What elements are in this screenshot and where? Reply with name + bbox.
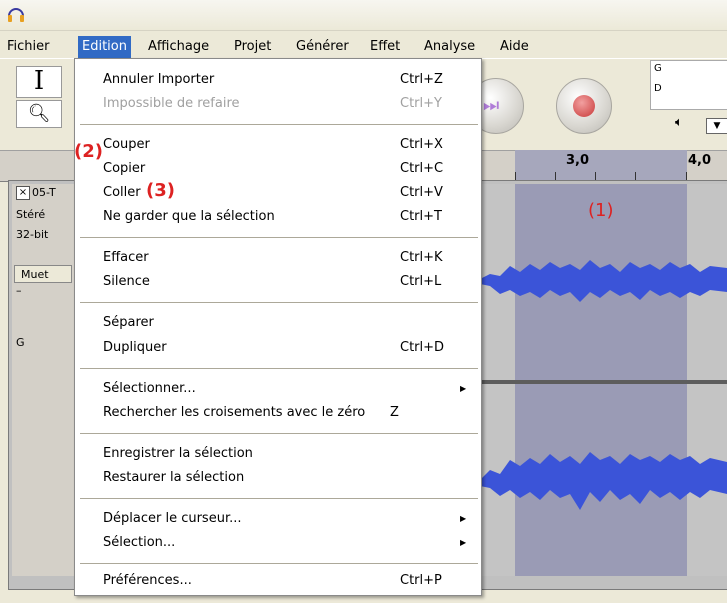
menu-item-preferences[interactable]: Préférences... <box>103 573 192 588</box>
ruler-tick <box>555 172 556 180</box>
ruler-label-3: 3,0 <box>566 153 590 168</box>
menu-generer[interactable]: Générer <box>292 36 353 58</box>
annotation-3: (3) <box>146 180 175 201</box>
shortcut-paste: Ctrl+V <box>400 185 443 200</box>
track-close-button[interactable]: × <box>16 186 30 200</box>
menu-item-cut[interactable]: Couper <box>103 137 150 152</box>
menu-item-trim[interactable]: Ne garder que la sélection <box>103 209 275 224</box>
track-channels: Stéré <box>16 208 46 221</box>
annotation-2: (2) <box>74 141 103 162</box>
meter-left-label: G <box>654 63 662 74</box>
title-bar <box>0 0 727 31</box>
menu-item-paste[interactable]: Coller <box>103 185 141 200</box>
ruler-label-4: 4,0 <box>688 153 712 168</box>
track-format: 32-bit <box>16 228 49 241</box>
ruler-tick <box>595 172 596 180</box>
waveform-top <box>480 260 727 302</box>
submenu-arrow-icon: ▶ <box>460 514 467 523</box>
menu-separator <box>80 124 478 125</box>
pan-slider-label[interactable]: G <box>16 336 25 349</box>
ruler-tick <box>686 172 687 180</box>
menu-aide[interactable]: Aide <box>496 36 533 58</box>
shortcut-duplicate: Ctrl+D <box>400 340 445 355</box>
zoom-tool-button[interactable]: 🔍︎ <box>16 100 62 128</box>
menu-projet[interactable]: Projet <box>230 36 275 58</box>
shortcut-copy: Ctrl+C <box>400 161 444 176</box>
record-icon <box>573 95 595 117</box>
shortcut-trim: Ctrl+T <box>400 209 442 224</box>
menu-separator <box>80 302 478 303</box>
track-name[interactable]: 05-T <box>32 186 56 199</box>
shortcut-redo: Ctrl+Y <box>400 96 442 111</box>
shortcut-silence: Ctrl+L <box>400 274 442 289</box>
audacity-headphones-icon <box>8 8 24 22</box>
submenu-arrow-icon: ▶ <box>460 538 467 547</box>
menu-separator <box>80 237 478 238</box>
level-meter: G D <box>650 60 727 110</box>
menu-fichier[interactable]: Fichier <box>3 36 54 58</box>
menu-separator <box>80 498 478 499</box>
menu-item-undo[interactable]: Annuler Importer <box>103 72 214 87</box>
menu-item-silence[interactable]: Silence <box>103 274 150 289</box>
menu-item-delete[interactable]: Effacer <box>103 250 149 265</box>
speaker-icon: 🔈︎ <box>675 115 683 130</box>
ruler-tick <box>515 172 516 180</box>
menu-item-save-selection[interactable]: Enregistrer la sélection <box>103 446 253 461</box>
menu-separator <box>80 433 478 434</box>
menu-item-move-cursor[interactable]: Déplacer le curseur... <box>103 511 242 526</box>
shortcut-zero-cross: Z <box>390 405 399 420</box>
shortcut-undo: Ctrl+Z <box>400 72 443 87</box>
menu-affichage[interactable]: Affichage <box>144 36 213 58</box>
menu-edition[interactable]: Edition <box>78 36 131 58</box>
submenu-arrow-icon: ▶ <box>460 384 467 393</box>
menu-effet[interactable]: Effet <box>366 36 404 58</box>
ruler-tick <box>635 172 636 180</box>
menu-bar: Fichier Edition Affichage Projet Générer… <box>0 36 727 58</box>
mute-button[interactable]: Muet <box>14 265 72 283</box>
menu-item-split[interactable]: Séparer <box>103 315 154 330</box>
menu-item-zero-cross[interactable]: Rechercher les croisements avec le zéro <box>103 405 365 420</box>
menu-item-duplicate[interactable]: Dupliquer <box>103 340 167 355</box>
menu-item-selection[interactable]: Sélection... <box>103 535 175 550</box>
menu-analyse[interactable]: Analyse <box>420 36 479 58</box>
menu-separator <box>80 563 478 564</box>
menu-item-copy[interactable]: Copier <box>103 161 145 176</box>
waveform-bottom <box>480 452 727 510</box>
shortcut-preferences: Ctrl+P <box>400 573 442 588</box>
shortcut-cut: Ctrl+X <box>400 137 443 152</box>
menu-item-redo: Impossible de refaire <box>103 96 240 111</box>
ruler-selection <box>515 150 687 180</box>
selection-tool-button[interactable]: I <box>16 66 62 98</box>
volume-dropdown-button[interactable]: ▼ <box>706 118 727 134</box>
record-button[interactable] <box>556 78 612 134</box>
shortcut-delete: Ctrl+K <box>400 250 443 265</box>
track-separator <box>480 380 727 384</box>
meter-right-label: D <box>654 83 662 94</box>
gain-slider-label[interactable]: – <box>16 284 22 297</box>
skip-end-icon: ⏭︎ <box>483 95 500 116</box>
menu-separator <box>80 368 478 369</box>
menu-item-select[interactable]: Sélectionner... <box>103 381 196 396</box>
track-control-panel: Stéré 32-bit – G <box>12 184 83 576</box>
menu-item-restore-selection[interactable]: Restaurer la sélection <box>103 470 244 485</box>
annotation-1: (1) <box>588 200 614 221</box>
